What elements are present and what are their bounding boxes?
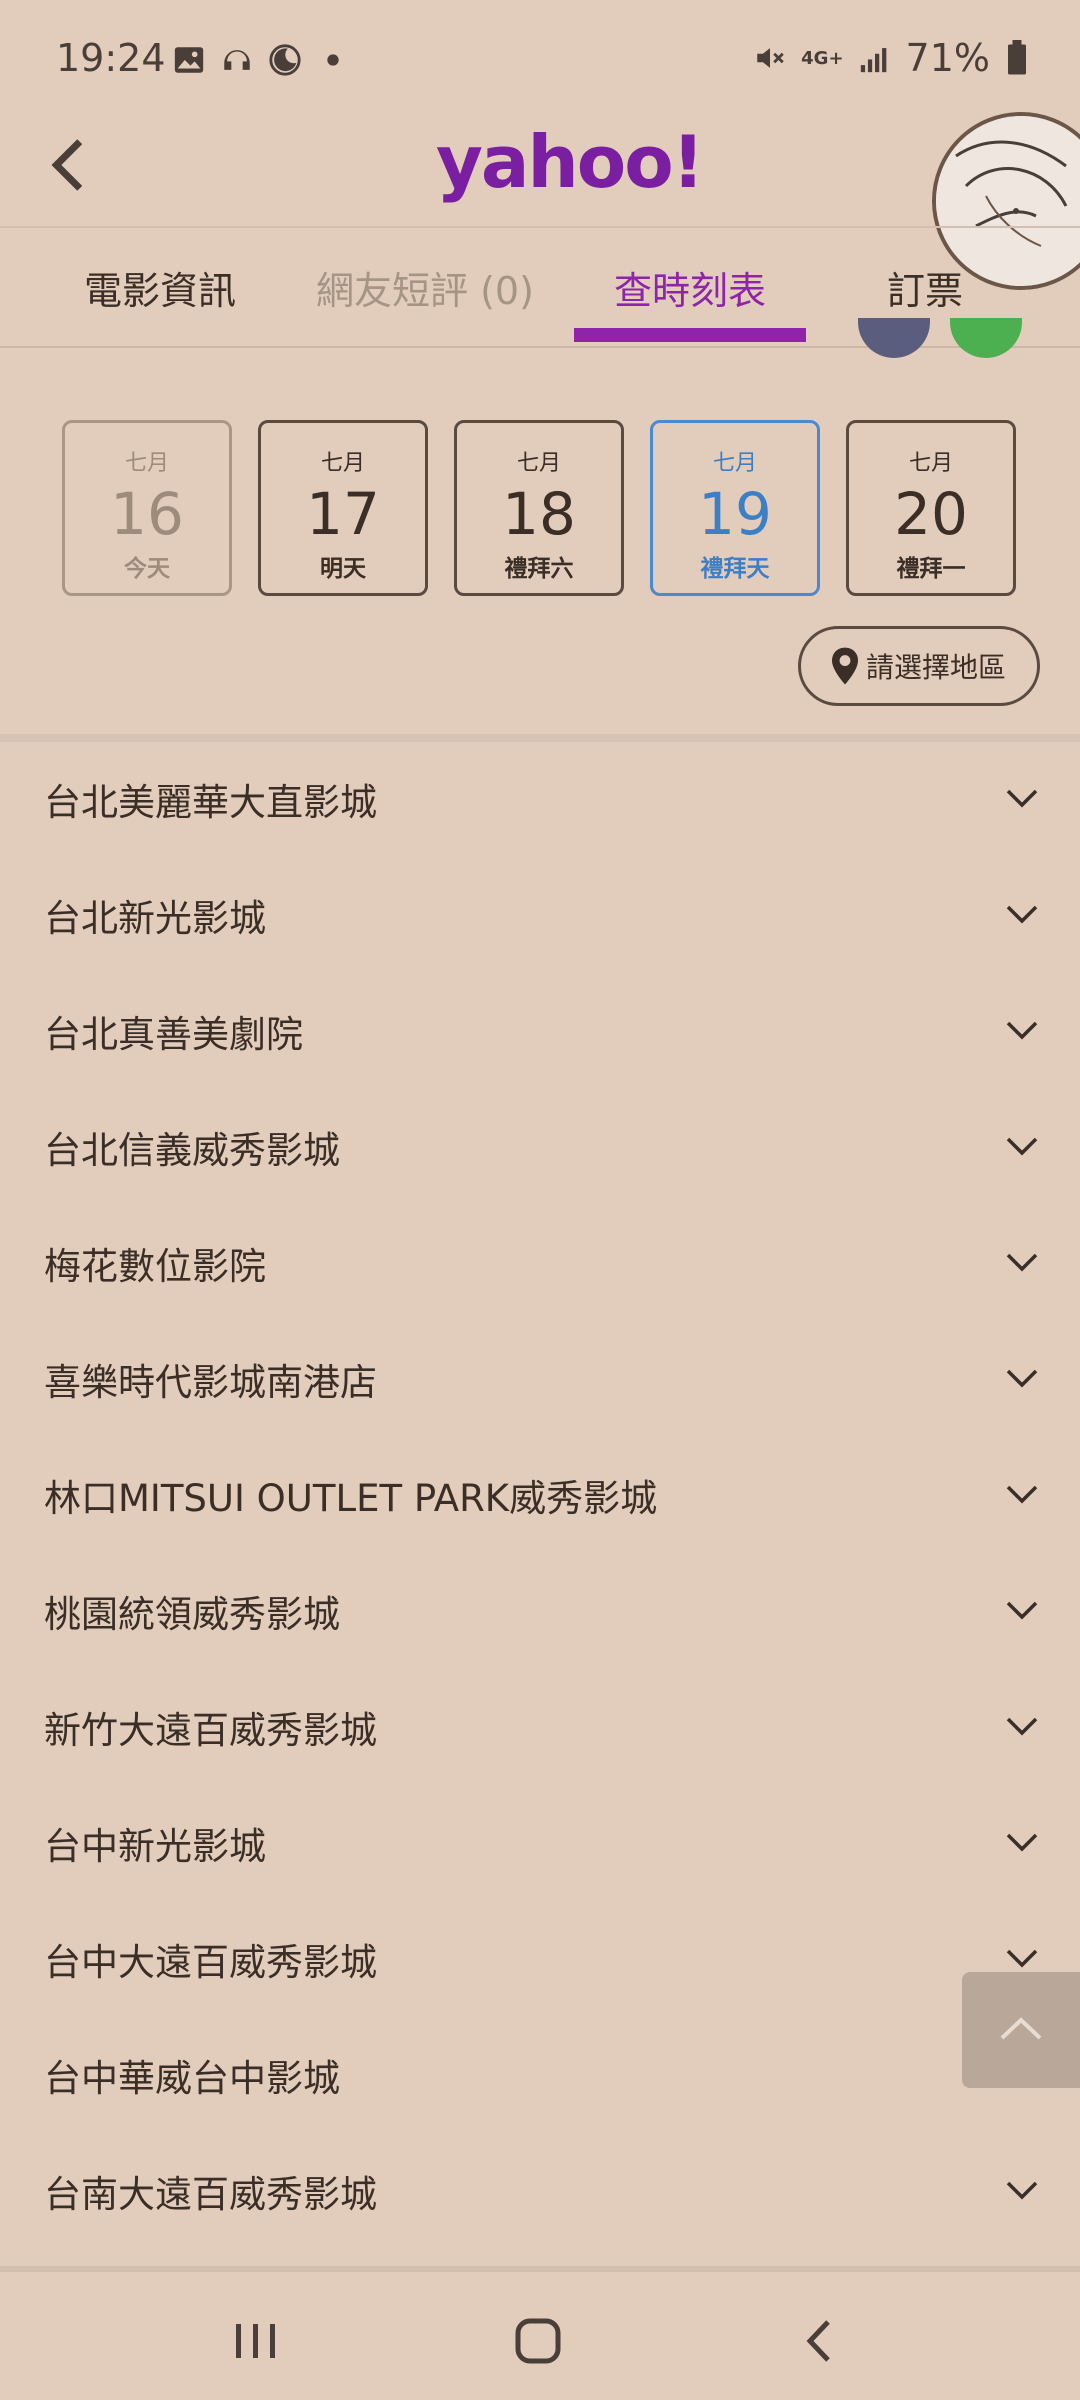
chevron-down-icon <box>1006 1137 1038 1156</box>
image-icon <box>174 47 204 73</box>
chevron-down-icon <box>1006 905 1038 924</box>
date-month: 七月 <box>320 451 365 476</box>
date-weekday: 禮拜六 <box>504 556 574 582</box>
date-day: 20 <box>894 480 968 548</box>
date-day: 19 <box>698 480 772 548</box>
theater-row[interactable]: 林口MITSUI OUTLET PARK威秀影城 <box>0 1438 1080 1554</box>
chevron-up-icon <box>1000 2017 1042 2040</box>
theater-name: 台南大遠百威秀影城 <box>44 2173 377 2216</box>
date-weekday: 禮拜天 <box>700 556 770 582</box>
network-type: 4G+ <box>801 47 844 69</box>
dot-icon <box>327 54 339 66</box>
date-month: 七月 <box>124 451 169 476</box>
theater-row[interactable]: 台北美麗華大直影城 <box>0 742 1080 858</box>
theater-name: 台中新光影城 <box>44 1825 266 1868</box>
theater-row[interactable]: 台北真善美劇院 <box>0 974 1080 1090</box>
chevron-down-icon <box>1006 1717 1038 1736</box>
share-circle-partial[interactable] <box>858 318 930 358</box>
recent-apps-icon[interactable] <box>226 2316 286 2366</box>
theater-name: 台中大遠百威秀影城 <box>44 1941 377 1984</box>
date-day: 16 <box>110 480 184 548</box>
moon-icon <box>269 44 301 76</box>
theater-row[interactable]: 台北新光影城 <box>0 858 1080 974</box>
theater-name: 台北美麗華大直影城 <box>44 781 377 824</box>
date-weekday: 今天 <box>124 556 170 582</box>
signal-icon <box>860 48 886 73</box>
date-month: 七月 <box>712 451 757 476</box>
status-time: 19:24 <box>56 36 166 80</box>
date-card-16[interactable]: 七月 16 今天 <box>62 420 232 596</box>
select-region-label: 請選擇地區 <box>865 651 1006 684</box>
theater-name: 台北信義威秀影城 <box>44 1129 340 1172</box>
chevron-down-icon <box>1006 1833 1038 1852</box>
chevron-down-icon <box>1006 1021 1038 1040</box>
list-bottom-divider <box>0 2266 1080 2272</box>
chevron-down-icon <box>1006 1485 1038 1504</box>
chevron-down-icon <box>1006 1253 1038 1272</box>
chevron-down-icon <box>1006 1369 1038 1388</box>
system-nav-bar <box>0 2276 1080 2400</box>
battery-icon <box>1008 40 1026 75</box>
theater-list: 台北美麗華大直影城 台北新光影城 台北真善美劇院 台北信義威秀影城 梅花數位影院… <box>0 742 1080 2250</box>
chevron-down-icon <box>1006 1601 1038 1620</box>
chevron-down-icon <box>1006 789 1038 808</box>
yahoo-logo[interactable]: yahoo! <box>436 120 705 204</box>
theater-name: 新竹大遠百威秀影城 <box>44 1709 377 1752</box>
theater-name: 台北真善美劇院 <box>44 1013 303 1056</box>
chevron-down-icon <box>1006 1949 1038 1968</box>
date-month: 七月 <box>908 451 953 476</box>
active-tab-indicator <box>574 328 806 342</box>
theater-name: 桃園統領威秀影城 <box>44 1593 340 1636</box>
date-card-20[interactable]: 七月 20 禮拜一 <box>846 420 1016 596</box>
home-icon[interactable] <box>508 2316 568 2366</box>
theater-row[interactable]: 台中華威台中影城 <box>0 2018 1080 2134</box>
theater-name: 台中華威台中影城 <box>44 2057 340 2100</box>
mute-icon <box>757 48 784 68</box>
section-divider <box>0 734 1080 742</box>
app-header: yahoo! <box>0 110 1080 290</box>
select-region-button[interactable]: 請選擇地區 <box>798 626 1040 706</box>
battery-percent: 71% <box>905 36 990 80</box>
theater-row[interactable]: 梅花數位影院 <box>0 1206 1080 1322</box>
date-card-19[interactable]: 七月 19 禮拜天 <box>650 420 820 596</box>
status-notification-icons <box>172 40 350 80</box>
headset-icon <box>224 50 250 70</box>
date-card-17[interactable]: 七月 17 明天 <box>258 420 428 596</box>
theater-name: 林口MITSUI OUTLET PARK威秀影城 <box>44 1477 658 1520</box>
date-day: 18 <box>502 480 576 548</box>
theater-row[interactable]: 喜樂時代影城南港店 <box>0 1322 1080 1438</box>
theater-name: 梅花數位影院 <box>44 1245 266 1288</box>
theater-name: 台北新光影城 <box>44 897 266 940</box>
theater-row[interactable]: 台中大遠百威秀影城 <box>0 1902 1080 2018</box>
date-weekday: 禮拜一 <box>896 556 966 582</box>
theater-row[interactable]: 台北信義威秀影城 <box>0 1090 1080 1206</box>
back-arrow-icon[interactable] <box>36 130 106 200</box>
date-month: 七月 <box>516 451 561 476</box>
scroll-to-top-button[interactable] <box>962 1972 1080 2088</box>
nav-back-icon[interactable] <box>790 2316 850 2366</box>
status-bar: 19:24 4G+ 71% <box>0 0 1080 110</box>
share-circle-partial[interactable] <box>950 318 1022 358</box>
date-weekday: 明天 <box>320 556 366 582</box>
status-right-group: 4G+ 71% <box>753 36 1030 80</box>
theater-row[interactable]: 桃園統領威秀影城 <box>0 1554 1080 1670</box>
theater-row[interactable]: 新竹大遠百威秀影城 <box>0 1670 1080 1786</box>
date-day: 17 <box>306 480 380 548</box>
theater-row[interactable]: 台南大遠百威秀影城 <box>0 2134 1080 2250</box>
tab-movie-info[interactable]: 電影資訊 <box>60 228 260 346</box>
theater-row[interactable]: 台中新光影城 <box>0 1786 1080 1902</box>
theater-name: 喜樂時代影城南港店 <box>44 1361 377 1404</box>
location-pin-icon <box>831 647 858 685</box>
tab-user-reviews[interactable]: 網友短評 (0) <box>300 228 550 346</box>
date-card-18[interactable]: 七月 18 禮拜六 <box>454 420 624 596</box>
chevron-down-icon <box>1006 2181 1038 2200</box>
